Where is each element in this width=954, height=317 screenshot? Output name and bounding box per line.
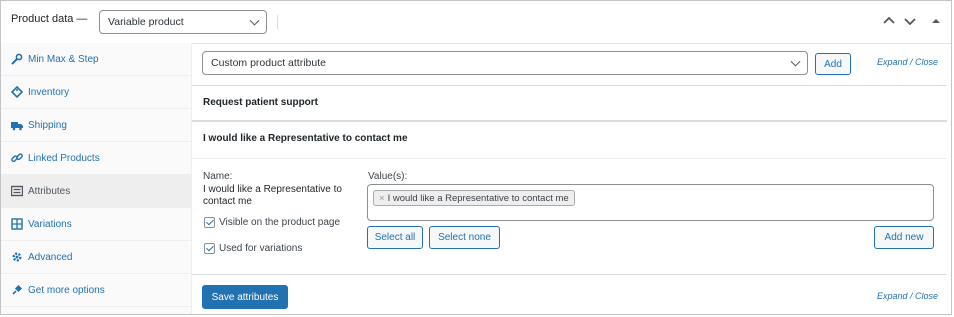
tab-inventory[interactable]: Inventory [1,76,191,109]
add-new-value-button[interactable]: Add new [874,226,934,249]
tab-get-more-options[interactable]: Get more options [1,274,191,307]
add-attribute-button[interactable]: Add [815,53,851,75]
product-data-label: Product data — [11,13,88,25]
attribute-title[interactable]: I would like a Representative to contact… [203,133,408,144]
grid-icon [11,218,23,230]
remove-token-icon[interactable]: × [379,193,385,204]
tab-variations[interactable]: Variations [1,208,191,241]
truck-icon [11,119,23,131]
collapse-icon[interactable] [928,13,944,29]
gear-icon [11,251,23,263]
select-none-button[interactable]: Select none [429,226,500,249]
tab-label: Attributes [28,186,71,197]
product-data-header: Product data — Variable product [1,1,951,44]
expand-close-link[interactable]: Expand / Close [877,57,938,67]
wrench-icon [11,53,23,65]
tab-linked-products[interactable]: Linked Products [1,142,191,175]
plugin-icon [11,284,23,296]
move-down-icon[interactable] [902,13,918,29]
select-all-button[interactable]: Select all [367,226,423,249]
value-token[interactable]: × I would like a Representative to conta… [373,190,575,206]
visible-checkbox[interactable] [204,217,215,228]
expand-close-link-bottom[interactable]: Expand / Close [877,291,938,301]
save-attributes-button[interactable]: Save attributes [202,285,288,309]
attribute-name-line1: I would like a Representative to [203,184,342,195]
tab-label: Linked Products [28,153,100,164]
product-data-panel: Product data — Variable product Min Max … [0,0,952,315]
values-input[interactable]: × I would like a Representative to conta… [367,184,934,221]
values-label: Value(s): [368,171,408,182]
tab-advanced[interactable]: Advanced [1,241,191,274]
variations-label: Used for variations [219,243,303,254]
move-up-icon[interactable] [881,13,897,29]
tab-shipping[interactable]: Shipping [1,109,191,142]
tab-label: Min Max & Step [28,54,99,65]
product-type-value: Variable product [108,16,184,28]
tab-label: Advanced [28,252,73,263]
chevron-down-icon [790,56,801,67]
chevron-down-icon [249,15,260,26]
tab-label: Get more options [28,285,105,296]
tab-label: Shipping [28,120,67,131]
tab-label: Inventory [28,87,70,98]
attribute-row[interactable]: Request patient support [192,85,947,121]
link-icon [11,152,23,164]
variations-checkbox[interactable] [204,243,215,254]
attribute-select-value: Custom product attribute [211,57,326,69]
name-label: Name: [203,171,233,182]
product-type-select[interactable]: Variable product [99,10,267,34]
attribute-title: Request patient support [203,97,319,108]
row-divider [192,158,947,159]
list-icon [10,185,24,197]
attribute-select[interactable]: Custom product attribute [202,51,808,75]
attributes-panel: Custom product attribute Add Expand / Cl… [191,43,951,314]
visible-label: Visible on the product page [219,217,341,228]
token-text: I would like a Representative to contact… [387,192,569,204]
tab-attributes[interactable]: Attributes [1,175,191,208]
product-data-tabs: Min Max & Step Inventory Shipping Linked… [1,43,192,314]
tab-label: Variations [28,219,72,230]
tab-min-max-step[interactable]: Min Max & Step [1,43,191,76]
tag-icon [10,85,24,99]
attribute-name-line2: contact me [203,196,252,207]
attribute-row-expanded: I would like a Representative to contact… [192,121,947,275]
header-divider [277,15,278,29]
